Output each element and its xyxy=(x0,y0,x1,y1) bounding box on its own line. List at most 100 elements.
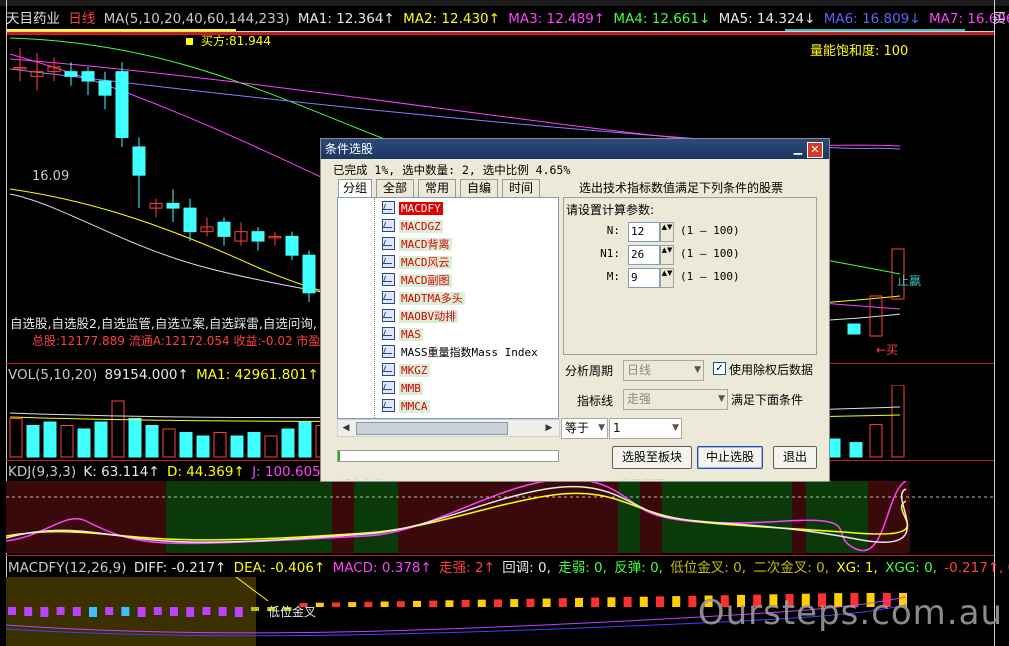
candle xyxy=(302,254,316,294)
tree-item[interactable]: MAOBV动排 xyxy=(382,308,459,326)
volume-bar xyxy=(230,435,244,458)
tree-item[interactable]: MAS xyxy=(382,326,423,344)
volume-bar xyxy=(77,428,91,458)
period-select[interactable]: 日线 ▼ xyxy=(623,360,704,381)
tree-item[interactable]: MACD背离 xyxy=(382,236,452,254)
volume-bar xyxy=(247,432,261,458)
tree-item[interactable]: MADTMA多头 xyxy=(382,290,465,308)
volume-bar xyxy=(60,425,74,458)
tree-item-label: MASS重量指数Mass Index xyxy=(401,346,538,359)
tab-all[interactable]: 全部 xyxy=(376,179,414,197)
close-icon[interactable]: ✕ xyxy=(807,142,823,158)
tree-item-label: MADTMA多头 xyxy=(399,292,465,305)
indicator-chart-icon xyxy=(382,273,395,286)
kdj-params: KDJ(9,3,3) xyxy=(8,464,77,480)
param-input[interactable]: 12 xyxy=(628,222,660,242)
vol-params: VOL(5,10,20) xyxy=(8,367,98,383)
ma7-line xyxy=(9,58,901,147)
tree-item[interactable]: MASS重量指数Mass Index xyxy=(382,344,540,362)
top-nav-strip[interactable] xyxy=(0,0,1009,6)
tree-item[interactable]: MMB xyxy=(382,380,423,398)
signal-band xyxy=(398,481,618,553)
candle xyxy=(115,71,129,139)
selection-lists[interactable]: 自选股,自选股2,自选监管,自选立案,自选踩雷,自选问询, xyxy=(10,313,317,332)
macd-bar xyxy=(396,601,405,607)
compare-value-select[interactable]: 1 ▼ xyxy=(609,418,682,439)
tree-vscroll[interactable]: ▲ ▼ xyxy=(558,198,559,418)
signal-band xyxy=(640,481,662,553)
macd-bar xyxy=(623,597,632,607)
chevron-down-icon: ▼ xyxy=(718,394,725,404)
tree-item[interactable]: MACD风云 xyxy=(382,254,452,272)
macd-dea: DEA: -0.406↑ xyxy=(233,560,326,576)
param-input[interactable]: 26 xyxy=(628,245,660,265)
tree-item[interactable]: MMCA xyxy=(382,398,430,416)
macd-bar xyxy=(688,595,697,607)
adjust-checkbox[interactable]: ✓ xyxy=(713,362,726,375)
candle xyxy=(251,231,265,242)
volume-bar xyxy=(179,432,193,458)
indicator-chart-icon xyxy=(382,291,395,304)
candle xyxy=(285,235,299,256)
scroll-left-icon[interactable]: ◀ xyxy=(339,421,353,435)
vol-header: VOL(5,10,20) 89154.000↑ MA1: 42961.801↑ … xyxy=(8,366,341,384)
macd-bar xyxy=(170,607,178,616)
tree-item[interactable]: MKGZ xyxy=(382,362,430,380)
tab-time[interactable]: 时间 xyxy=(502,179,540,197)
candle xyxy=(217,221,231,237)
indicator-select[interactable]: 走强 ▼ xyxy=(623,389,728,410)
volume-bar xyxy=(213,432,227,458)
scroll-right-icon[interactable]: ▶ xyxy=(542,421,556,435)
candle xyxy=(98,80,112,96)
macd-bar xyxy=(558,598,567,607)
macd-bar xyxy=(121,607,130,616)
tree-item-label: MACD副图 xyxy=(399,274,452,287)
macd-bar xyxy=(575,597,583,607)
volume-bar xyxy=(281,428,295,458)
tree-item[interactable]: MACDGZ xyxy=(382,218,443,236)
stop-selection-button[interactable]: 中止选股 xyxy=(697,446,763,469)
candle xyxy=(183,207,197,233)
tab-custom[interactable]: 自编 xyxy=(460,179,498,197)
macd-bar xyxy=(40,607,49,617)
kdj-chart xyxy=(6,481,994,553)
macd-bar xyxy=(234,607,243,617)
spin-arrows-icon[interactable]: ▲▼ xyxy=(660,268,674,288)
macd-bar xyxy=(89,607,97,617)
volume-bar xyxy=(298,421,312,458)
macd-bar xyxy=(72,607,81,616)
panel-divider-3 xyxy=(6,555,994,556)
select-to-block-button[interactable]: 选股至板块 xyxy=(612,446,692,469)
hscroll-thumb[interactable] xyxy=(356,422,508,435)
chevron-down-icon: ▼ xyxy=(672,423,679,433)
indicator-chart-icon xyxy=(382,237,395,250)
minimize-icon[interactable]: ▁ xyxy=(791,142,805,156)
macd-annotation: 低位金叉 xyxy=(268,605,317,619)
param-input[interactable]: 9 xyxy=(628,268,660,288)
spin-arrows-icon[interactable]: ▲▼ xyxy=(660,222,674,242)
signal-band xyxy=(354,481,398,553)
indicator-chart-icon xyxy=(382,381,395,394)
ma5-value: MA5: 14.324↓ xyxy=(718,11,816,27)
tree-item[interactable]: MACD副图 xyxy=(382,272,452,290)
indicator-tree[interactable]: MACDFY MACDGZ MACD背离 MACD风云 MACD副图 MADTMA多头 MA… xyxy=(337,197,559,419)
tree-item[interactable]: MACDFY xyxy=(382,200,443,218)
tab-group[interactable]: 分组 xyxy=(338,179,372,197)
candle xyxy=(166,202,180,209)
macd-bar xyxy=(461,600,470,607)
macd-bar xyxy=(445,600,454,607)
volume-bar xyxy=(43,421,57,458)
ma-params: MA(5,10,20,40,60,144,233) xyxy=(103,11,290,27)
operator-select[interactable]: 等于 ▼ xyxy=(561,418,608,439)
macd-value: MACD: 0.378↑ xyxy=(332,560,432,576)
macd-bar xyxy=(153,607,162,615)
tree-hscroll[interactable]: ◀ ▶ xyxy=(337,419,560,437)
param-range: (1 — 100) xyxy=(680,270,740,283)
macd-bar xyxy=(56,607,65,615)
tab-common[interactable]: 常用 xyxy=(418,179,456,197)
volume-bar xyxy=(94,421,108,458)
spin-arrows-icon[interactable]: ▲▼ xyxy=(660,245,674,265)
exit-button[interactable]: 退出 xyxy=(773,446,817,469)
macd-bar xyxy=(380,601,389,607)
dialog-titlebar[interactable]: 条件选股 xyxy=(321,139,829,159)
